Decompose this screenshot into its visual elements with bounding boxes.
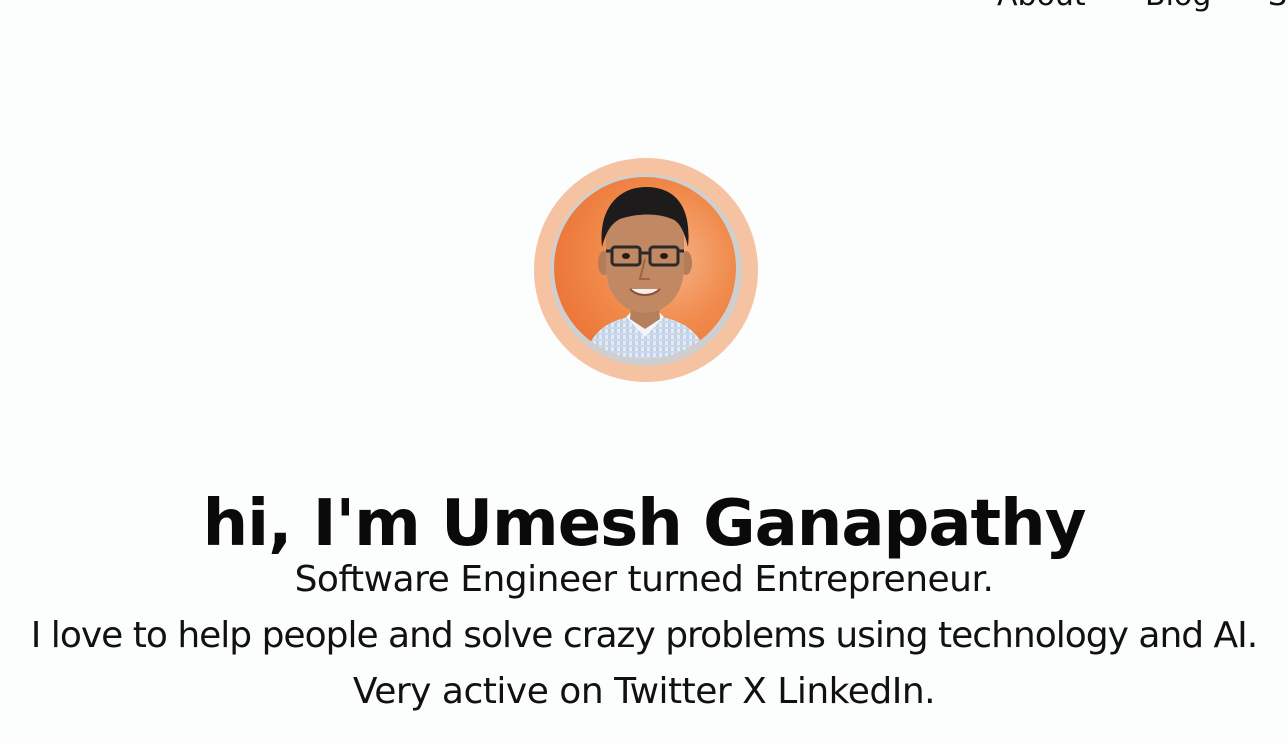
bio: Software Engineer turned Entrepreneur. I… xyxy=(0,552,1288,720)
nav-link-about[interactable]: About xyxy=(997,0,1086,16)
nav-link-blog[interactable]: Blog xyxy=(1145,0,1211,16)
top-nav: About Blog S xyxy=(0,0,1288,20)
avatar xyxy=(534,158,758,382)
nav-link-third[interactable]: S xyxy=(1268,0,1287,16)
avatar-border xyxy=(550,174,742,366)
bio-line-2: I love to help people and solve crazy pr… xyxy=(30,615,1259,656)
bio-line-3: Very active on Twitter X LinkedIn. xyxy=(352,671,936,712)
bio-line-1: Software Engineer turned Entrepreneur. xyxy=(294,559,994,600)
avatar-photo xyxy=(554,177,736,359)
profile-portrait-illustration xyxy=(584,187,708,359)
page: About Blog S xyxy=(0,0,1288,744)
